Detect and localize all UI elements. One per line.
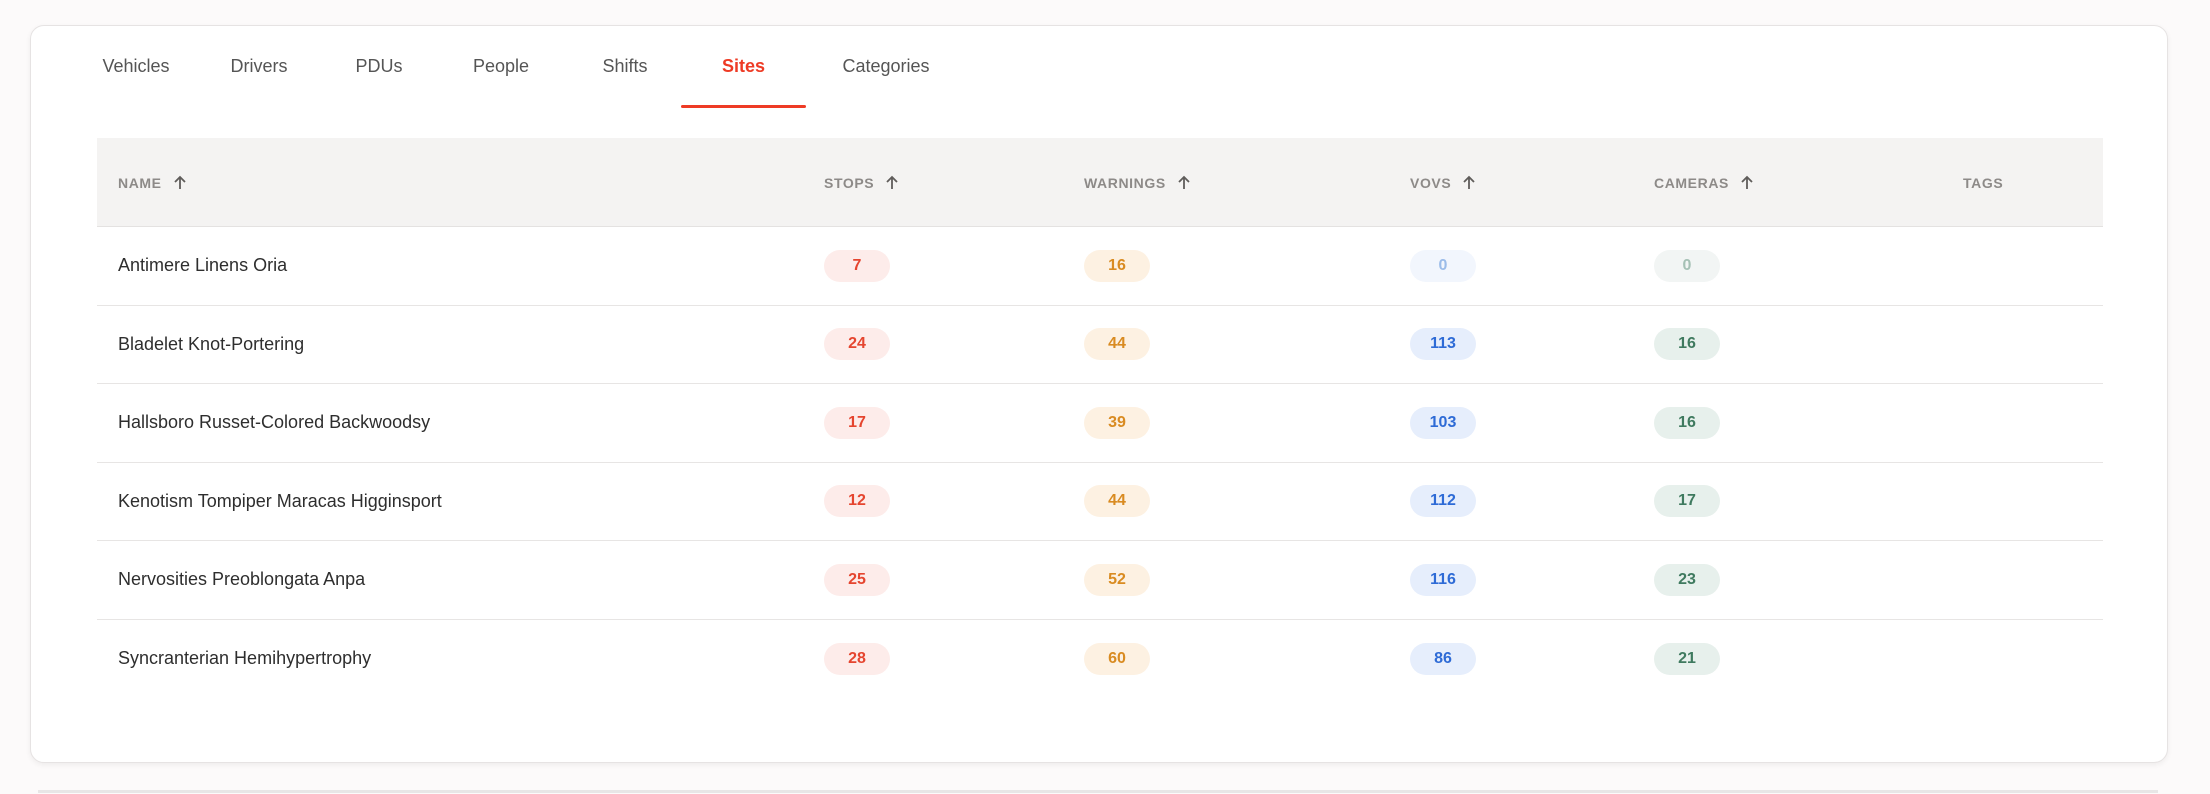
table-header: NAME STOPS WARNINGS VOVS CAMERAS TAGS [97, 138, 2103, 227]
column-header-stops[interactable]: STOPS [824, 138, 900, 227]
tab-categories[interactable]: Categories [821, 26, 951, 106]
stops-badge: 17 [824, 406, 890, 439]
column-header-tags: TAGS [1963, 174, 2004, 191]
site-name: Antimere Linens Oria [118, 255, 288, 276]
vovs-badge: 86 [1410, 642, 1476, 675]
column-header-cameras[interactable]: CAMERAS [1654, 138, 1755, 227]
site-name: Kenotism Tompiper Maracas Higginsport [118, 490, 442, 511]
site-name: Syncranterian Hemihypertrophy [118, 648, 372, 669]
warnings-badge: 52 [1084, 563, 1150, 596]
site-name: Bladelet Knot-Portering [118, 333, 305, 354]
stops-badge: 12 [824, 485, 890, 518]
vovs-badge: 112 [1410, 485, 1476, 518]
stops-badge: 7 [824, 249, 890, 282]
arrow-up-icon [886, 175, 898, 189]
cameras-badge: 16 [1654, 328, 1720, 361]
cameras-badge: 16 [1654, 406, 1720, 439]
stops-badge: 24 [824, 328, 890, 361]
arrow-up-icon [1741, 175, 1753, 189]
sites-card: Vehicles Drivers PDUs People Shifts Site… [30, 25, 2168, 763]
arrow-up-icon [1178, 175, 1190, 189]
column-header-vovs[interactable]: VOVS [1410, 138, 1477, 227]
column-header-name[interactable]: NAME [118, 138, 188, 227]
tab-bar: Vehicles Drivers PDUs People Shifts Site… [31, 26, 2167, 108]
sites-table: NAME STOPS WARNINGS VOVS CAMERAS TAGS An… [97, 138, 2103, 698]
table-row[interactable]: Nervosities Preoblongata Anpa 25 52 116 … [97, 541, 2103, 620]
table-row[interactable]: Kenotism Tompiper Maracas Higginsport 12… [97, 463, 2103, 541]
stops-badge: 25 [824, 563, 890, 596]
site-name: Nervosities Preoblongata Anpa [118, 569, 366, 590]
warnings-badge: 39 [1084, 406, 1150, 439]
table-row[interactable]: Antimere Linens Oria 7 16 0 0 [97, 227, 2103, 306]
warnings-badge: 44 [1084, 485, 1150, 518]
warnings-badge: 60 [1084, 642, 1150, 675]
cameras-badge: 21 [1654, 642, 1720, 675]
vovs-badge: 103 [1410, 406, 1476, 439]
next-card-edge [38, 790, 2158, 793]
table-row[interactable]: Hallsboro Russet-Colored Backwoodsy 17 3… [97, 384, 2103, 463]
cameras-badge: 23 [1654, 563, 1720, 596]
vovs-badge: 0 [1410, 249, 1476, 282]
vovs-badge: 113 [1410, 328, 1476, 361]
vovs-badge: 116 [1410, 563, 1476, 596]
column-header-warnings[interactable]: WARNINGS [1084, 138, 1192, 227]
tab-shifts[interactable]: Shifts [577, 26, 673, 106]
arrow-up-icon [173, 175, 186, 189]
table-row[interactable]: Syncranterian Hemihypertrophy 28 60 86 2… [97, 620, 2103, 699]
tab-vehicles[interactable]: Vehicles [81, 26, 191, 106]
cameras-badge: 0 [1654, 249, 1720, 282]
tab-pdus[interactable]: PDUs [334, 26, 424, 106]
cameras-badge: 17 [1654, 485, 1720, 518]
warnings-badge: 44 [1084, 328, 1150, 361]
site-name: Hallsboro Russet-Colored Backwoodsy [118, 412, 431, 433]
table-row[interactable]: Bladelet Knot-Portering 24 44 113 16 [97, 306, 2103, 384]
tab-drivers[interactable]: Drivers [209, 26, 309, 106]
arrow-up-icon [1463, 175, 1475, 189]
tab-people[interactable]: People [451, 26, 551, 106]
tab-sites[interactable]: Sites [681, 26, 806, 108]
stops-badge: 28 [824, 642, 890, 675]
warnings-badge: 16 [1084, 249, 1150, 282]
